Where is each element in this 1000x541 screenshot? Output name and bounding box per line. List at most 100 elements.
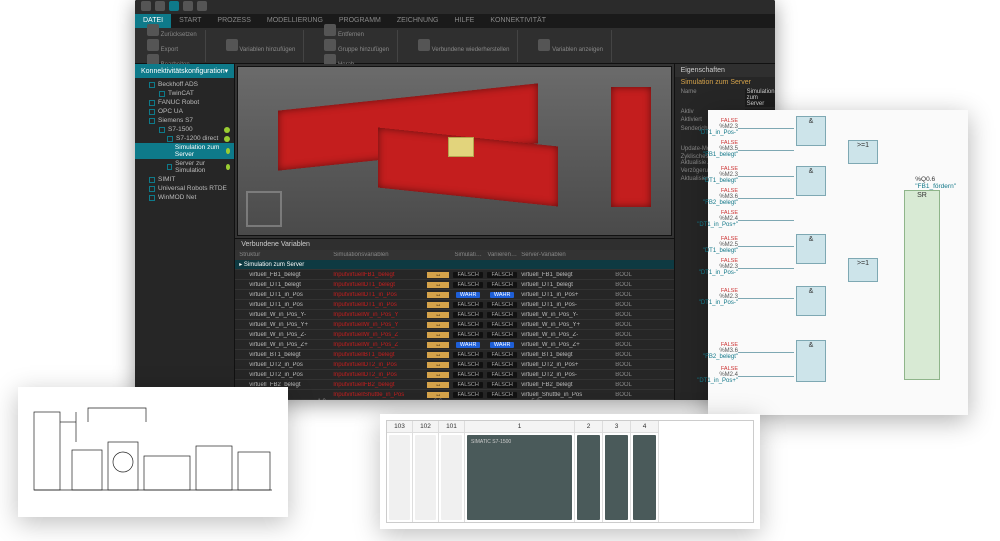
ribbon-cmd[interactable]: Variablen hinzufügen (226, 39, 296, 53)
3d-viewport[interactable] (237, 66, 671, 236)
tree-node[interactable]: SIMIT (135, 175, 234, 184)
nav-cube[interactable] (246, 191, 282, 227)
ribbon-body: Zurücksetzen Export Bearbeiten Variablen… (135, 28, 775, 64)
signal-label: FALSE%M2.3"DT1_in_Pos-" (688, 288, 738, 306)
signal-label: FALSE%M2.3"DT1_belegt" (688, 166, 738, 184)
tree-node[interactable]: S7-1200 direct (135, 134, 234, 143)
tab-zeichnung[interactable]: ZEICHNUNG (389, 14, 447, 28)
tree-node[interactable]: FANUC Robot (135, 98, 234, 107)
col-header[interactable]: Variieren… (487, 252, 517, 258)
variables-table: Struktur Simulationsvariablen Simulati… Var… (235, 250, 673, 400)
status-dot (224, 136, 230, 142)
variable-row[interactable]: virtuell_W_in_Pos_Y+InputvirtuellW_in_Po… (235, 320, 673, 330)
tab-konnektivität[interactable]: KONNEKTIVITÄT (482, 14, 554, 28)
variable-group-row[interactable]: ▸ Simulation zum Server (235, 260, 673, 270)
fbd-output: %Q0.6 "FB1_fördern" (915, 176, 956, 190)
variable-row[interactable]: InputvirtuellShuttle_in_Pos↔FALSCHFALSCH… (235, 390, 673, 400)
tree-node[interactable]: Universal Robots RTDE (135, 184, 234, 193)
logic-gate: & (796, 286, 826, 316)
ribbon-cmd[interactable]: Verbundene wiederherstellen (418, 39, 509, 53)
signal-label: FALSE%M2.5"DT1_belegt" (688, 236, 738, 254)
plc-slot[interactable]: 102 (413, 421, 439, 522)
ribbon-tabs: DATEISTARTPROZESSMODELLIERUNGPROGRAMMZEI… (135, 14, 775, 28)
col-header[interactable]: Simulationsvariablen (333, 252, 423, 258)
tree-node[interactable]: OPC UA (135, 107, 234, 116)
step-fwd-button[interactable] (183, 1, 193, 11)
variables-panel: Verbundene Variablen Struktur Simulations… (235, 238, 673, 400)
plc-slot[interactable]: 2 (575, 421, 603, 522)
variable-row[interactable]: virtuell_FB1_belegtInputvirtuellFB1_bele… (235, 270, 673, 280)
plc-slot[interactable]: 1SIMATIC S7-1500 (465, 421, 575, 522)
signal-label: FALSE%M3.5"FB1_belegt" (688, 140, 738, 158)
signal-label: FALSE%M2.4"DT1_in_Pos+" (688, 366, 738, 384)
ribbon-cmd[interactable]: Variablen anzeigen (538, 39, 603, 53)
ribbon-cmd[interactable]: Export (147, 39, 197, 53)
step-back-button[interactable] (155, 1, 165, 11)
technical-drawing (28, 397, 278, 507)
variable-row[interactable]: virtuell_DT1_in_PosInputvirtuellDT1_in_P… (235, 300, 673, 310)
play-button[interactable] (169, 1, 179, 11)
plc-slot[interactable]: 3 (603, 421, 631, 522)
logic-gate: & (796, 234, 826, 264)
variable-row[interactable]: virtuell_FB2_belegtInputvirtuellFB2_bele… (235, 380, 673, 390)
playback-bar (135, 0, 775, 14)
ribbon-group: Entfernen Gruppe hinzufügen Herab (316, 30, 398, 62)
tree-node[interactable]: TwinCAT (135, 89, 234, 98)
status-dot (226, 164, 231, 170)
ribbon-cmd[interactable]: Zurücksetzen (147, 24, 197, 38)
variables-columns: Struktur Simulationsvariablen Simulati… Var… (235, 250, 673, 260)
logic-gate: >=1 (848, 140, 878, 164)
plc-rack[interactable]: 1031021011SIMATIC S7-1500234 (386, 420, 754, 523)
sr-block: SR (904, 190, 940, 380)
tab-hilfe[interactable]: HILFE (447, 14, 483, 28)
logic-gate: & (796, 166, 826, 196)
signal-label: FALSE%M2.4"DT1_in_Pos+" (688, 210, 738, 228)
sidebar-header: Konnektivitätskonfiguration ▾ (135, 64, 234, 78)
col-header[interactable]: Server-Variablen (521, 252, 611, 258)
variables-header: Verbundene Variablen (235, 239, 673, 250)
plc-slot[interactable]: 103 (387, 421, 413, 522)
properties-object-title: Simulation zum Server (675, 77, 775, 88)
stop-button[interactable] (197, 1, 207, 11)
variable-row[interactable]: virtuell_W_in_Pos_Z+InputvirtuellW_in_Po… (235, 340, 673, 350)
tree-node[interactable]: Siemens S7 (135, 116, 234, 125)
variable-row[interactable]: virtuell_W_in_Pos_Z-InputvirtuellW_in_Po… (235, 330, 673, 340)
col-header[interactable]: Struktur (239, 252, 329, 258)
tab-prozess[interactable]: PROZESS (209, 14, 258, 28)
logic-gate: & (796, 116, 826, 146)
col-header[interactable]: Simulati… (453, 252, 483, 258)
variable-row[interactable]: virtuell_W_in_Pos_Y-InputvirtuellW_in_Po… (235, 310, 673, 320)
logic-gate: >=1 (848, 258, 878, 282)
ribbon-group: Verbundene wiederherstellen (410, 30, 518, 62)
connectivity-tree[interactable]: Beckhoff ADSTwinCATFANUC RobotOPC UASiem… (135, 78, 234, 400)
tree-node[interactable]: S7-1500 (135, 125, 234, 134)
tree-node[interactable]: WinMOD Net (135, 193, 234, 202)
plc-slot[interactable]: 4 (631, 421, 659, 522)
ribbon-cmd[interactable]: Gruppe hinzufügen (324, 39, 389, 53)
tree-node[interactable]: Server zur Simulation (135, 159, 234, 175)
ribbon: DATEISTARTPROZESSMODELLIERUNGPROGRAMMZEI… (135, 14, 775, 64)
collapse-icon[interactable]: ▾ (225, 67, 229, 75)
signal-label: FALSE%M3.6"FB2_belegt" (688, 188, 738, 206)
status-dot (224, 127, 230, 133)
plc-hardware-card: 1031021011SIMATIC S7-1500234 (380, 414, 760, 529)
ribbon-cmd[interactable]: Entfernen (324, 24, 389, 38)
logic-gate: & (796, 340, 826, 382)
status-dot (226, 148, 230, 154)
main-area: Verbundene Variablen Struktur Simulations… (235, 64, 673, 400)
plc-slot[interactable]: 101 (439, 421, 465, 522)
variable-row[interactable]: virtuell_DT2_in_PosInputvirtuellDT2_in_P… (235, 370, 673, 380)
variable-row[interactable]: virtuell_DT2_in_PosInputvirtuellDT2_in_P… (235, 360, 673, 370)
tab-modellierung[interactable]: MODELLIERUNG (259, 14, 331, 28)
signal-label: FALSE%M3.6"FB2_belegt" (688, 342, 738, 360)
property-row[interactable]: NameSimulation zum Server (675, 88, 775, 108)
technical-drawing-card (18, 387, 288, 517)
reset-button[interactable] (141, 1, 151, 11)
ribbon-group: Variablen hinzufügen (218, 30, 305, 62)
tree-node[interactable]: Beckhoff ADS (135, 80, 234, 89)
variable-row[interactable]: virtuell_DT1_in_PosInputvirtuellDT1_in_P… (235, 290, 673, 300)
variable-row[interactable]: virtuell_BT1_belegtInputvirtuellBT1_bele… (235, 350, 673, 360)
tree-node[interactable]: Simulation zum Server (135, 143, 234, 159)
variable-row[interactable]: virtuell_DT1_belegtInputvirtuellDT1_bele… (235, 280, 673, 290)
properties-header: Eigenschaften (675, 64, 775, 77)
